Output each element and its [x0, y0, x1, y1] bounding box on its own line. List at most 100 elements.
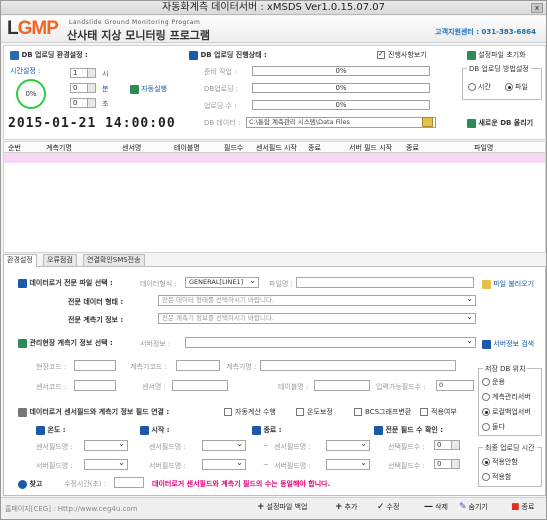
- prep-label: 준비 작업 :: [204, 68, 237, 76]
- help-icon: [18, 479, 27, 489]
- data-format-select[interactable]: GENERAL[LINE1]: [185, 277, 259, 288]
- start-server-field-label: 서버필드명 :: [149, 462, 186, 470]
- temp-server-field-label: 서버필드명 :: [36, 462, 73, 470]
- table-name-input[interactable]: [314, 380, 370, 391]
- reset-icon: [467, 50, 476, 60]
- receive-time-input[interactable]: [114, 477, 144, 488]
- start-server-field-select[interactable]: [202, 459, 246, 470]
- column-header[interactable]: 파일명: [474, 143, 493, 153]
- exit-button[interactable]: ■ 종료: [511, 502, 534, 512]
- show-progress-checkbox[interactable]: 진행사항보기: [377, 50, 427, 60]
- column-header[interactable]: 서버 필드 시작: [349, 143, 392, 153]
- temp-sensor-field-select[interactable]: [84, 440, 128, 451]
- tab-sms[interactable]: 연결확인SMS전송: [83, 254, 145, 266]
- field-count-warning: 데이터로거 센서필드와 계측기 필드의 수는 동일해야 합니다.: [152, 480, 331, 488]
- table-name-label: 테이블명 :: [278, 383, 309, 391]
- data-format-label: 데이터형식 :: [140, 280, 177, 288]
- temp-sensor-field-label: 센서필드명 :: [36, 443, 73, 451]
- progress-circle: 0%: [16, 79, 46, 109]
- column-header[interactable]: 순번: [8, 143, 21, 153]
- apply-checkbox[interactable]: 적용여부: [420, 407, 457, 417]
- temp-section: 온도 :: [36, 425, 66, 435]
- site-select-title: 관리현장 계측기 정보 선택 :: [18, 338, 113, 348]
- logo: LGMP: [7, 18, 59, 39]
- bcs-graph-checkbox[interactable]: BCS그래프변환: [354, 407, 411, 417]
- homepage-link[interactable]: 홈페이지[CEG] : Http://www.ceg4u.com: [5, 504, 137, 514]
- folder-icon[interactable]: [422, 117, 433, 127]
- logo-korean: 산사태 지상 모니터링 프로그램: [67, 29, 211, 42]
- main-window: 자동화계측 데이터서버 : xMSDS Ver1.0.15.07.07 x LG…: [0, 0, 547, 520]
- end-sensor-field-select[interactable]: [326, 440, 370, 451]
- edit-button[interactable]: ✓ 수정: [377, 502, 399, 512]
- column-header[interactable]: 종료: [308, 143, 321, 153]
- hide-button[interactable]: ✎ 숨기기: [459, 502, 488, 512]
- backup-settings-button[interactable]: + 설정파일 백업: [257, 502, 307, 512]
- storage-opt-both[interactable]: 둘다: [482, 422, 505, 432]
- site-code-input[interactable]: [74, 360, 116, 371]
- final-time-on[interactable]: 적용함: [482, 472, 511, 482]
- tab-error-check[interactable]: 오류점검: [43, 254, 77, 266]
- end-sensor-field-label: 센서필드명 :: [274, 443, 311, 451]
- minus-icon: —: [424, 502, 433, 512]
- filename-input[interactable]: [296, 277, 474, 288]
- temp-server-field-select[interactable]: [84, 459, 128, 470]
- auto-calc-checkbox[interactable]: 자동계산 수행: [224, 407, 276, 417]
- file-load-button[interactable]: 파일 불러오기: [482, 279, 534, 289]
- delete-button[interactable]: — 삭제: [424, 502, 448, 512]
- table-row[interactable]: [4, 153, 545, 163]
- data-shape-select[interactable]: 전문 데이터 형태를 선택하시기 바랍니다.: [158, 295, 476, 306]
- dash-2: ~: [263, 461, 269, 469]
- final-time-off[interactable]: 적용안함: [482, 457, 518, 467]
- storage-opt-local[interactable]: 로컬백업서버: [482, 407, 531, 417]
- method-time-radio[interactable]: 시간: [468, 82, 491, 92]
- edit-icon: [252, 425, 261, 435]
- column-header[interactable]: 계측기명: [46, 143, 72, 153]
- upload-new-db-button[interactable]: 새로운 DB 올리기: [467, 118, 533, 128]
- close-button[interactable]: x: [531, 3, 543, 13]
- search-icon: [482, 339, 491, 349]
- end-server-field-select[interactable]: [326, 459, 370, 470]
- link-icon: [18, 407, 27, 417]
- storage-db-group: 저장 DB 위치 운용 계측관리서버 로컬백업서버 둘다: [478, 364, 542, 436]
- plus-icon: +: [257, 502, 265, 512]
- select-count-label-2: 선택필드수 :: [388, 462, 425, 470]
- column-header[interactable]: 센서필드 시작: [256, 143, 297, 153]
- select-count-stepper-2[interactable]: 0: [434, 459, 460, 469]
- logo-english: Landslide Ground Monitoring Program: [69, 19, 201, 26]
- instrument-code-input[interactable]: [176, 360, 220, 371]
- server-info-select[interactable]: [185, 337, 476, 348]
- input-count-input[interactable]: 0: [436, 380, 474, 391]
- select-count-stepper-1[interactable]: 0: [434, 440, 460, 450]
- column-header[interactable]: 필드수: [224, 143, 243, 153]
- hour-stepper[interactable]: 1: [70, 68, 96, 78]
- tab-settings[interactable]: 환경설정: [3, 254, 37, 267]
- sensor-code-input[interactable]: [74, 380, 116, 391]
- db-data-label: DB 데이터 :: [204, 119, 241, 127]
- db-data-path[interactable]: C:\통합 계측관리 시스템\Data Files: [246, 117, 436, 128]
- temp-correct-checkbox[interactable]: 온도보정: [296, 407, 333, 417]
- footer-bar: 홈페이지[CEG] : Http://www.ceg4u.com + 설정파일 백…: [1, 497, 546, 519]
- reset-settings-button[interactable]: 설정파일 초기화: [467, 50, 526, 60]
- column-header[interactable]: 센서명: [122, 143, 141, 153]
- edit-icon: [140, 425, 149, 435]
- storage-opt-server[interactable]: 계측관리서버: [482, 392, 531, 402]
- instrument-name-input[interactable]: [260, 360, 456, 371]
- sensor-name-input[interactable]: [172, 380, 228, 391]
- upload-status-title: DB 업로딩 진행상태 :: [189, 50, 267, 60]
- db-upload-label: DB업로딩 :: [204, 85, 239, 93]
- edit-icon: [374, 425, 383, 435]
- server-search-button[interactable]: 서버정보 검색: [482, 339, 534, 349]
- method-file-radio[interactable]: 파일: [505, 82, 528, 92]
- folder-open-icon: [482, 279, 491, 289]
- start-sensor-field-select[interactable]: [202, 440, 246, 451]
- column-header[interactable]: 종료: [406, 143, 419, 153]
- column-header[interactable]: 테이블명: [174, 143, 200, 153]
- final-time-title: 최종 업로딩 시간: [483, 443, 537, 453]
- instrument-info-select[interactable]: 전문 계측기 정보를 선택하시기 바랍니다.: [158, 313, 476, 324]
- window-title: 자동화계측 데이터서버 : xMSDS Ver1.0.15.07.07: [162, 2, 385, 13]
- auto-run-button[interactable]: 자동실행: [130, 84, 167, 94]
- minute-stepper[interactable]: 0: [70, 83, 96, 93]
- second-stepper[interactable]: 0: [70, 98, 96, 108]
- storage-opt-operation[interactable]: 운용: [482, 377, 505, 387]
- add-button[interactable]: + 추가: [335, 502, 357, 512]
